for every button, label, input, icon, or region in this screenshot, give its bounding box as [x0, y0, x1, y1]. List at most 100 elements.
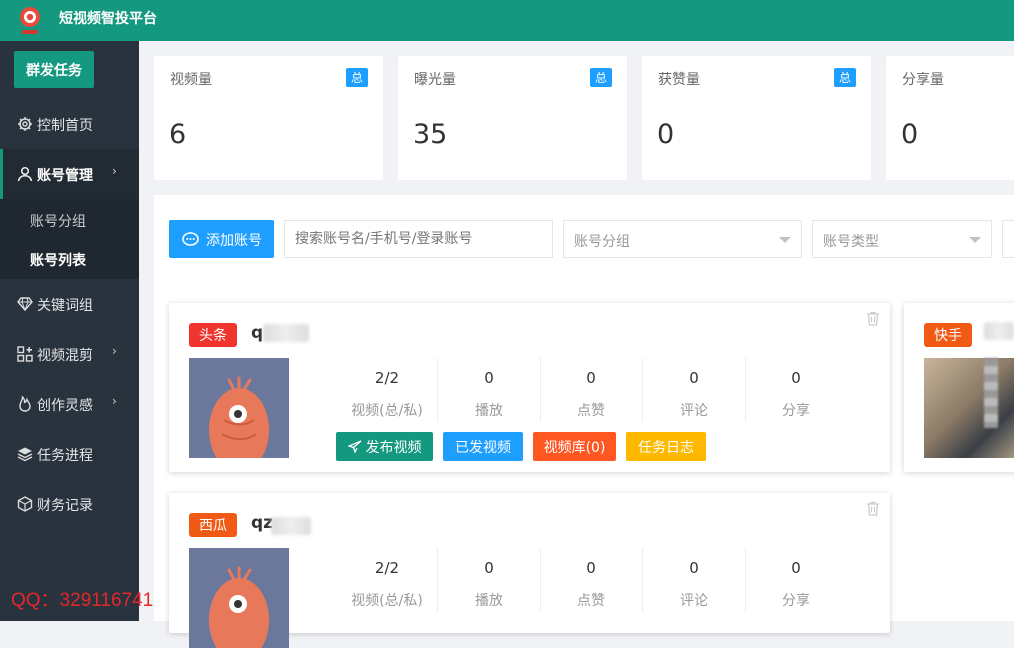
- metric-value: 0: [791, 369, 801, 387]
- account-name: qz: [251, 513, 274, 533]
- account-card: 快手: [904, 303, 1014, 472]
- metric-label: 点赞: [577, 593, 605, 609]
- publish-video-button[interactable]: 发布视频: [336, 432, 433, 461]
- metric-value: 0: [586, 559, 596, 577]
- chevron-right-icon: ›: [112, 164, 117, 178]
- nav-label: 创作灵感: [37, 398, 93, 414]
- total-badge: 总: [345, 68, 368, 87]
- task-log-button[interactable]: 任务日志: [626, 432, 706, 461]
- select-placeholder: 账号分组: [574, 234, 630, 250]
- layers-icon: [17, 447, 33, 462]
- avatar: [189, 548, 289, 648]
- trash-icon[interactable]: [866, 501, 880, 516]
- cube-icon: [17, 496, 33, 512]
- nav-label: 控制首页: [37, 118, 93, 134]
- metric-label: 分享: [782, 403, 810, 419]
- metric-plays: 0 播放: [438, 548, 540, 612]
- submenu-account-list[interactable]: 账号列表: [30, 250, 86, 270]
- button-label: 已发视频: [455, 439, 511, 456]
- button-label: 视频库(0): [543, 439, 606, 456]
- published-videos-button[interactable]: 已发视频: [443, 432, 523, 461]
- account-card: 西瓜 qz 2/2 视频(总/私) 0 播放 0 点赞 0 评论 0 分享: [169, 493, 890, 648]
- metric-label: 播放: [475, 403, 503, 419]
- metric-value: 0: [689, 559, 699, 577]
- nav-label: 账号管理: [37, 168, 93, 184]
- account-type-select[interactable]: 账号类型: [812, 220, 992, 258]
- gear-icon: [18, 117, 32, 131]
- metric-value: 0: [791, 559, 801, 577]
- metric-shares: 0 分享: [745, 548, 847, 612]
- nav-item-finance[interactable]: 财务记录: [0, 479, 139, 529]
- nav-item-keyword-group[interactable]: 关键词组: [0, 279, 139, 329]
- app-logo-icon: [20, 7, 40, 34]
- stat-label: 视频量: [170, 72, 212, 88]
- dropdown-arrow-icon: [779, 237, 791, 243]
- blurred-name: [984, 322, 1014, 340]
- metric-label: 分享: [782, 593, 810, 609]
- stat-card-shares: 分享量 0: [886, 56, 1014, 180]
- shrimp-avatar-icon: [209, 566, 269, 648]
- avatar: [189, 358, 289, 458]
- select-placeholder: 账号类型: [823, 234, 879, 250]
- chevron-right-icon: ›: [112, 394, 117, 408]
- stat-label: 分享量: [902, 72, 944, 88]
- account-group-select[interactable]: 账号分组: [563, 220, 802, 258]
- user-icon: [17, 166, 33, 182]
- metric-plays: 0 播放: [438, 358, 540, 422]
- metric-label: 播放: [475, 593, 503, 609]
- platform-badge: 快手: [924, 323, 972, 347]
- dropdown-arrow-icon: [969, 237, 981, 243]
- metric-value: 2/2: [374, 559, 400, 577]
- nav-label: 视频混剪: [37, 348, 93, 364]
- stat-value: 0: [901, 119, 919, 150]
- metric-label: 评论: [680, 403, 708, 419]
- extra-filter-select[interactable]: [1002, 220, 1014, 258]
- platform-badge: 西瓜: [189, 513, 237, 537]
- stat-label: 曝光量: [414, 72, 456, 88]
- stat-card-videos: 视频量 总 6: [154, 56, 383, 180]
- nav-label: 关键词组: [37, 298, 93, 314]
- metric-label: 视频(总/私): [351, 593, 423, 609]
- trash-icon[interactable]: [866, 311, 880, 326]
- stat-card-exposure: 曝光量 总 35: [398, 56, 627, 180]
- button-label: 发布视频: [365, 439, 422, 456]
- app-title: 短视频智投平台: [59, 11, 157, 27]
- chat-icon: [182, 232, 199, 246]
- nav-item-video-mix[interactable]: 视频混剪 ›: [0, 329, 139, 379]
- nav-item-dashboard[interactable]: 控制首页: [0, 99, 139, 149]
- blurred-name: [263, 324, 309, 342]
- stat-value: 35: [413, 119, 448, 150]
- nav-item-account-management[interactable]: 账号管理 ›: [0, 149, 139, 199]
- stat-card-likes: 获赞量 总 0: [642, 56, 871, 180]
- metric-shares: 0 分享: [745, 358, 847, 422]
- metric-label: 点赞: [577, 403, 605, 419]
- avatar: [924, 358, 1014, 458]
- blurred-name: [271, 517, 311, 535]
- nav-label: 任务进程: [37, 448, 93, 464]
- metric-value: 2/2: [374, 369, 400, 387]
- video-library-button[interactable]: 视频库(0): [533, 432, 616, 461]
- nav-item-task-progress[interactable]: 任务进程: [0, 429, 139, 479]
- stat-value: 0: [657, 119, 675, 150]
- nav-item-inspiration[interactable]: 创作灵感 ›: [0, 379, 139, 429]
- qq-watermark: QQ：329116741: [11, 590, 154, 611]
- add-account-button[interactable]: 添加账号: [169, 220, 274, 258]
- platform-badge: 头条: [189, 323, 237, 347]
- metric-likes: 0 点赞: [540, 548, 642, 612]
- metric-value: 0: [484, 559, 494, 577]
- submenu-account-group[interactable]: 账号分组: [30, 211, 86, 231]
- metric-comments: 0 评论: [643, 548, 745, 612]
- metric-label: 视频(总/私): [351, 403, 423, 419]
- mass-task-button[interactable]: 群发任务: [14, 51, 94, 88]
- account-submenu: 账号分组 账号列表: [0, 199, 139, 279]
- account-name: q: [251, 323, 264, 343]
- fire-icon: [19, 396, 31, 412]
- sidebar: 群发任务 控制首页 账号管理 › 账号分组 账号列表 关键词组 视频混剪 › 创…: [0, 41, 139, 621]
- metric-videos: 2/2 视频(总/私): [336, 358, 438, 422]
- add-account-label: 添加账号: [206, 233, 262, 249]
- account-search-input[interactable]: [284, 220, 553, 258]
- nav-label: 财务记录: [37, 498, 93, 514]
- diamond-icon: [17, 297, 33, 312]
- total-badge: 总: [833, 68, 856, 87]
- chevron-right-icon: ›: [112, 344, 117, 358]
